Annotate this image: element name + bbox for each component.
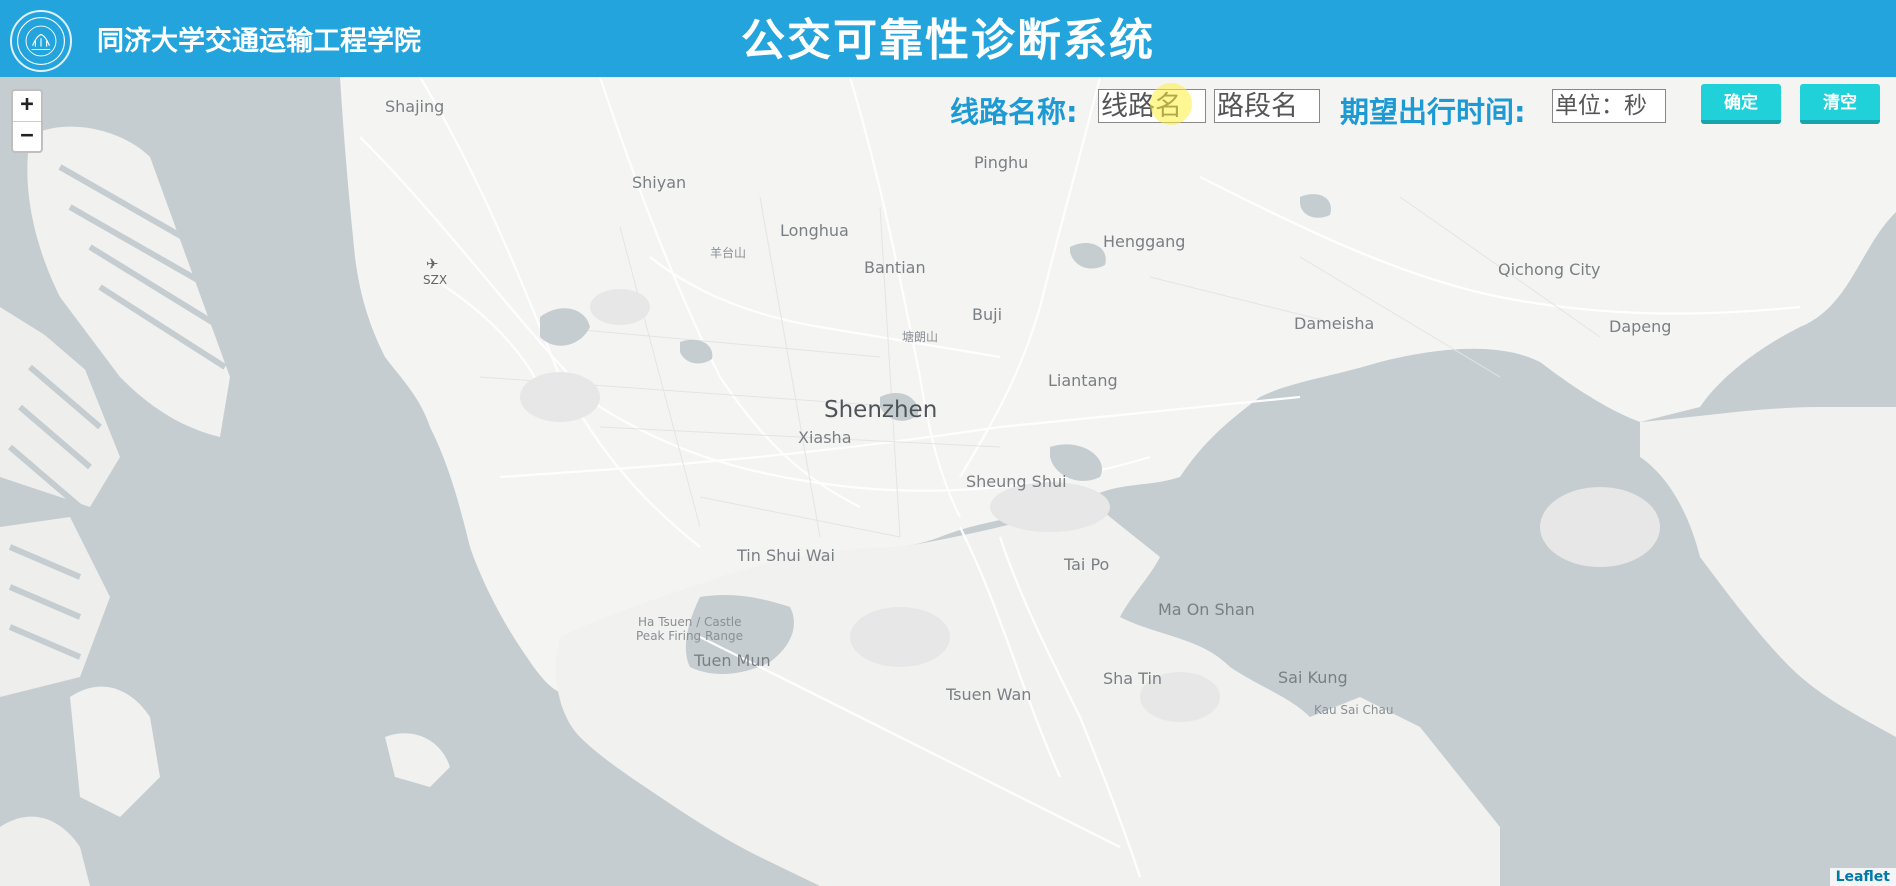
place-label: Dameisha <box>1294 314 1375 333</box>
place-label: Buji <box>972 305 1003 324</box>
airplane-icon: ✈ <box>426 255 439 273</box>
segment-name-input[interactable] <box>1214 89 1320 123</box>
query-toolbar: 线路名称: 期望出行时间: 确定 清空 <box>0 77 1896 137</box>
place-label: Ma On Shan <box>1158 600 1255 619</box>
place-label: Tsuen Wan <box>946 685 1032 704</box>
place-label: 羊台山 <box>710 246 747 260</box>
place-label: Bantian <box>864 258 926 277</box>
place-label: Sai Kung <box>1278 668 1348 687</box>
expected-time-label: 期望出行时间: <box>1340 95 1526 129</box>
place-label: Pinghu <box>974 153 1029 172</box>
place-label: Peak Firing Range <box>636 629 744 643</box>
place-label: Henggang <box>1103 232 1186 251</box>
clear-button[interactable]: 清空 <box>1800 84 1880 124</box>
place-label: Tai Po <box>1064 555 1110 574</box>
map-view[interactable]: Shajing Shiyan Pinghu Longhua 羊台山 Bantia… <box>0 77 1896 886</box>
page-title: 公交可靠性诊断系统 <box>741 15 1155 66</box>
route-name-input[interactable] <box>1098 89 1206 123</box>
place-label: Sha Tin <box>1103 669 1163 688</box>
place-label: Ha Tsuen / Castle <box>638 615 742 629</box>
place-label: Dapeng <box>1609 317 1672 336</box>
map-base-layer <box>0 77 1896 886</box>
place-label: Shiyan <box>632 173 687 192</box>
place-label: Tin Shui Wai <box>737 546 835 565</box>
map-attribution[interactable]: Leaflet <box>1829 868 1896 886</box>
place-label: Tuen Mun <box>694 651 771 670</box>
airport-label: SZX <box>423 273 448 287</box>
place-label: Sheung Shui <box>966 472 1067 491</box>
place-label: Longhua <box>780 221 849 240</box>
app-header: 同济大学交通运输工程学院 公交可靠性诊断系统 <box>0 0 1896 77</box>
place-label: Shenzhen <box>824 397 938 423</box>
place-label: Qichong City <box>1498 260 1601 279</box>
route-name-label: 线路名称: <box>950 95 1078 129</box>
expected-time-input[interactable] <box>1552 89 1666 123</box>
place-label: Kau Sai Chau <box>1314 703 1394 717</box>
place-label: Liantang <box>1048 371 1118 390</box>
confirm-button[interactable]: 确定 <box>1701 84 1781 124</box>
place-label: Xiasha <box>798 428 852 447</box>
place-label: 塘朗山 <box>902 330 939 344</box>
